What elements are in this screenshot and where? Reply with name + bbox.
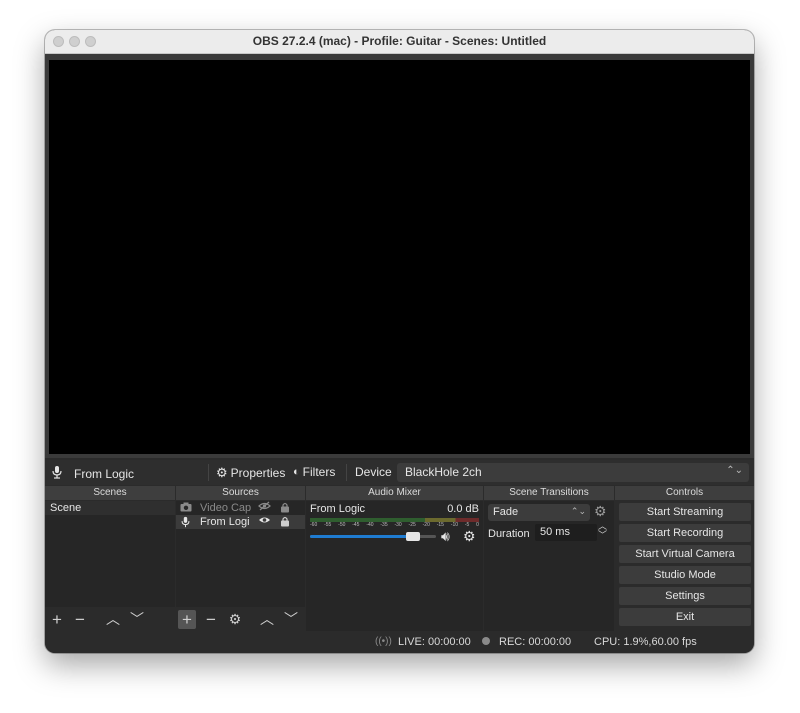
meter-scale-tick: -20 <box>422 522 430 528</box>
record-dot-icon <box>482 637 490 645</box>
title-bar: OBS 27.2.4 (mac) - Profile: Guitar - Sce… <box>45 30 754 54</box>
audio-mixer-panel: From Logic 0.0 dB -60 -55 -50 -45 -40 -35 -30-… <box>306 501 483 631</box>
eye-icon[interactable] <box>258 515 271 529</box>
microphone-icon <box>180 516 191 532</box>
chevron-updown-icon: ⌃⌄ <box>726 465 743 476</box>
move-scene-down-icon[interactable]: ﹀ <box>129 610 145 629</box>
meter-scale-tick: -10 <box>450 522 459 528</box>
source-properties-gear-icon[interactable]: ⚙ <box>227 610 243 629</box>
volume-handle[interactable] <box>406 532 421 541</box>
duration-label: Duration <box>488 528 530 540</box>
source-name: From Logic <box>74 466 135 481</box>
audio-mixer-header: Audio Mixer <box>306 486 483 500</box>
rec-status: REC: 00:00:00 <box>499 636 572 648</box>
transition-value: Fade <box>493 506 519 518</box>
audio-mixer-dock: Audio Mixer From Logic 0.0 dB -60 -55 -50-… <box>306 486 483 631</box>
meter-scale: -60 -55 -50 -45 -40 -35 -30 -25 -20 -15 -10 -5 0 <box>310 522 479 530</box>
controls-header: Controls <box>615 486 754 500</box>
status-bar: ((•)) LIVE: 00:00:00 REC: 00:00:00 CPU: … <box>45 631 754 653</box>
duration-value: 50 ms <box>540 526 570 538</box>
duration-stepper[interactable]: ︿ ﹀ <box>598 522 607 540</box>
source-label: From Logi <box>200 516 250 528</box>
scenes-list: Scene <box>45 501 175 607</box>
exit-button[interactable]: Exit <box>619 608 751 626</box>
settings-button[interactable]: Settings <box>619 587 751 605</box>
obs-window: OBS 27.2.4 (mac) - Profile: Guitar - Sce… <box>45 30 754 653</box>
meter-scale-tick: -55 <box>324 522 332 528</box>
duration-input[interactable]: 50 ms <box>535 524 597 541</box>
camera-icon <box>180 502 192 516</box>
volume-fill <box>310 535 414 538</box>
program-preview[interactable] <box>49 60 750 454</box>
filters-button[interactable]: ◐ Filters <box>293 465 335 479</box>
move-source-down-icon[interactable]: ﹀ <box>283 610 299 629</box>
device-value: BlackHole 2ch <box>405 465 482 479</box>
add-source-icon[interactable]: + <box>178 610 196 629</box>
remove-source-icon[interactable]: − <box>203 610 219 629</box>
studio-mode-button[interactable]: Studio Mode <box>619 566 751 584</box>
transition-gear-icon[interactable]: ⚙ <box>594 503 607 520</box>
controls-dock: Controls Start Streaming Start Recording… <box>615 486 754 631</box>
meter-scale-tick: -50 <box>338 522 346 528</box>
source-label: Video Cap <box>200 502 252 514</box>
eye-hidden-icon[interactable] <box>258 501 271 515</box>
device-label: Device <box>355 465 392 479</box>
transition-select[interactable]: Fade ⌃⌄ <box>488 504 590 521</box>
controls-panel: Start Streaming Start Recording Start Vi… <box>615 501 754 631</box>
meter-scale-tick: -25 <box>408 522 416 528</box>
add-scene-icon[interactable]: + <box>49 610 65 629</box>
meter-scale-tick: 0 <box>476 522 479 528</box>
sources-toolbar: + − ⚙ ︿ ﹀ <box>176 608 305 631</box>
broadcast-icon: ((•)) <box>375 636 392 647</box>
mixer-level: 0.0 dB <box>447 503 479 515</box>
mixer-channel-name: From Logic <box>310 503 366 515</box>
volume-slider[interactable] <box>310 532 436 541</box>
scene-transitions-dock: Scene Transitions Fade ⌃⌄ ⚙ Duration 50 … <box>484 486 614 631</box>
speaker-icon[interactable]: 🔊︎ <box>441 528 450 545</box>
device-select[interactable]: BlackHole 2ch ⌃⌄ <box>397 463 749 482</box>
sources-header: Sources <box>176 486 305 500</box>
window-title: OBS 27.2.4 (mac) - Profile: Guitar - Sce… <box>252 34 547 48</box>
scenes-header: Scenes <box>45 486 175 500</box>
microphone-icon <box>51 465 63 482</box>
properties-label: Properties <box>230 466 286 480</box>
transitions-panel: Fade ⌃⌄ ⚙ Duration 50 ms ︿ ﹀ <box>484 501 614 631</box>
remove-scene-icon[interactable]: − <box>72 610 88 629</box>
source-item[interactable]: From Logi <box>176 515 305 529</box>
source-indicator: From Logic <box>51 465 134 482</box>
scenes-toolbar: + − ︿ ﹀ <box>45 608 175 631</box>
start-recording-button[interactable]: Start Recording <box>619 524 751 542</box>
chevron-updown-icon: ⌃⌄ <box>570 506 586 516</box>
meter-scale-tick: -45 <box>352 522 360 528</box>
live-status: LIVE: 00:00:00 <box>398 636 471 648</box>
meter-scale-tick: -40 <box>366 522 374 528</box>
scene-transitions-header: Scene Transitions <box>484 486 614 500</box>
start-streaming-button[interactable]: Start Streaming <box>619 503 751 521</box>
move-source-up-icon[interactable]: ︿ <box>259 610 275 629</box>
filter-icon: ◐ <box>293 466 300 478</box>
meter-scale-tick: -60 <box>310 522 318 528</box>
lock-icon[interactable] <box>280 516 290 531</box>
gear-icon: ⚙ <box>216 465 228 480</box>
start-virtual-camera-button[interactable]: Start Virtual Camera <box>619 545 751 563</box>
sources-list: Video Cap From Logi <box>176 501 305 607</box>
cpu-status: CPU: 1.9%,60.00 fps <box>594 636 697 648</box>
properties-button[interactable]: ⚙ Properties <box>216 465 285 481</box>
source-toolbar: From Logic ⚙ Properties ◐ Filters Device… <box>45 460 754 485</box>
preview-area <box>45 54 754 458</box>
move-scene-up-icon[interactable]: ︿ <box>105 610 121 629</box>
filters-label: Filters <box>302 465 336 479</box>
mixer-gear-icon[interactable]: ⚙ <box>463 528 476 545</box>
sources-dock: Sources Video Cap From Logi + − ⚙ ︿ ﹀ <box>176 486 305 631</box>
meter-scale-tick: -35 <box>380 522 388 528</box>
scenes-dock: Scenes Scene + − ︿ ﹀ <box>45 486 175 631</box>
meter-scale-tick: -30 <box>394 522 402 528</box>
source-item[interactable]: Video Cap <box>176 501 305 515</box>
scene-item[interactable]: Scene <box>45 501 175 515</box>
